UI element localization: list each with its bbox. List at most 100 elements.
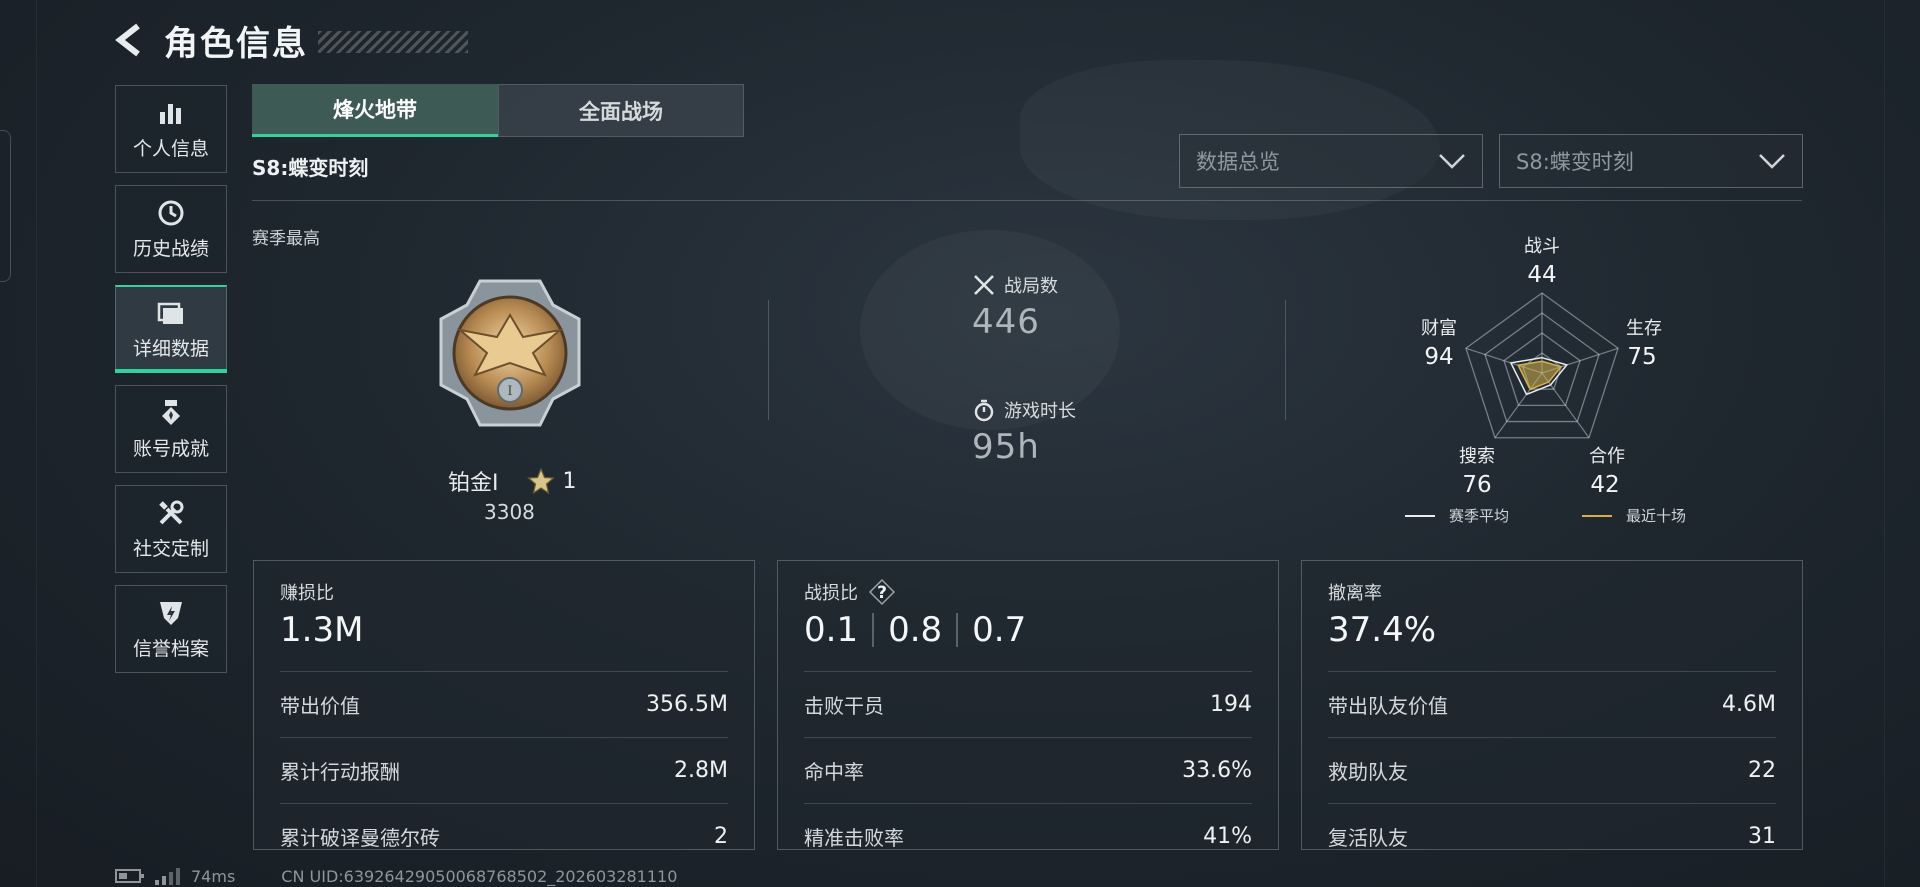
- chevron-down-icon: [1439, 154, 1465, 169]
- battery-icon: [115, 869, 144, 883]
- side-handle[interactable]: [0, 130, 11, 282]
- extract-card: 撤离率 37.4% 带出队友价值 4.6M 救助队友 22 复活队友 31: [1301, 560, 1803, 850]
- season-best-label: 赛季最高: [252, 229, 320, 249]
- sidebar-item-social[interactable]: 社交定制: [115, 485, 227, 573]
- ratio-separator: [956, 613, 959, 647]
- row-label: 救助队友: [1328, 760, 1408, 784]
- svg-text:I: I: [507, 384, 512, 399]
- ratio-value: 0.7: [972, 610, 1027, 650]
- row-label: 精准击败率: [804, 826, 904, 850]
- combat-ratios: 0.1 0.8 0.7: [804, 607, 1252, 653]
- sidebar-item-label: 详细数据: [132, 338, 209, 360]
- sidebar-item-label: 账号成就: [132, 437, 209, 460]
- card-title: 战损比: [804, 583, 858, 604]
- legend-recent-ten: 最近十场: [1582, 505, 1686, 526]
- divider: [252, 200, 1802, 201]
- table-row: 复活队友 31: [1328, 803, 1776, 869]
- table-row: 救助队友 22: [1328, 737, 1776, 803]
- sidebar-item-achievements[interactable]: 账号成就: [115, 385, 227, 473]
- signal-icon: [155, 868, 180, 885]
- tools-icon: [159, 500, 184, 524]
- matches-stat: 战局数 446: [972, 272, 1058, 342]
- row-value: 194: [1210, 692, 1252, 717]
- page-header: 角色信息: [112, 18, 468, 64]
- help-icon[interactable]: ?: [868, 578, 896, 606]
- profit-card: 赚损比 1.3M 带出价值 356.5M 累计行动报酬 2.8M 累计破译曼德尔砖 2: [253, 560, 755, 850]
- svg-text:?: ?: [877, 583, 887, 603]
- radar-axis-label: 财富: [1421, 318, 1457, 339]
- title-decoration: [318, 31, 468, 53]
- radar-axis-value: 44: [1527, 262, 1556, 288]
- row-label: 击败干员: [804, 694, 884, 718]
- chevron-down-icon: [1759, 154, 1785, 169]
- sidebar-item-personal-info[interactable]: 个人信息: [115, 85, 227, 173]
- sidebar-item-reputation[interactable]: 信誉档案: [115, 585, 227, 673]
- table-row: 累计破译曼德尔砖 2: [280, 803, 728, 869]
- row-value: 356.5M: [646, 692, 728, 717]
- crossed-swords-icon: [974, 275, 994, 295]
- legend-label: 最近十场: [1626, 507, 1687, 525]
- playtime-value: 95h: [972, 427, 1040, 467]
- sidebar-item-label: 个人信息: [132, 137, 209, 160]
- table-row: 精准击败率 41%: [804, 803, 1252, 869]
- radar-axis-value: 76: [1462, 472, 1491, 498]
- dropdown-value: S8:蝶变时刻: [1516, 150, 1634, 174]
- uid-text: CN UID:6392642905006876850​2_20260328111…: [281, 866, 678, 886]
- playtime-label: 游戏时长: [1004, 401, 1076, 422]
- radar-axis-label: 合作: [1589, 446, 1625, 467]
- row-label: 累计行动报酬: [280, 760, 400, 784]
- ratio-value: 0.1: [804, 610, 859, 650]
- divider: [768, 300, 769, 420]
- radar-axis-value: 94: [1424, 344, 1453, 370]
- frame-line: [36, 0, 37, 887]
- row-value: 2.8M: [674, 758, 728, 783]
- row-value: 22: [1748, 758, 1776, 783]
- table-row: 击败干员 194: [804, 671, 1252, 737]
- row-value: 31: [1748, 824, 1776, 849]
- view-dropdown[interactable]: 数据总览: [1179, 134, 1483, 188]
- radar-axis-label: 搜索: [1459, 446, 1495, 467]
- page-title: 角色信息: [164, 23, 308, 64]
- bar-chart-icon: [160, 103, 181, 124]
- season-title: S8:蝶变时刻: [252, 156, 369, 180]
- shield-icon: [160, 601, 182, 625]
- sidebar-item-label: 社交定制: [132, 537, 209, 560]
- frame-line: [1884, 0, 1885, 887]
- rank-stars: 1: [562, 468, 577, 494]
- season-dropdown[interactable]: S8:蝶变时刻: [1499, 134, 1803, 188]
- card-title: 赚损比: [280, 583, 334, 604]
- ratio-separator: [872, 613, 875, 647]
- sidebar-item-detailed-data[interactable]: 详细数据: [115, 285, 227, 373]
- row-label: 累计破译曼德尔砖: [280, 826, 440, 850]
- table-row: 带出价值 356.5M: [280, 671, 728, 737]
- combat-card: 战损比 ? 0.1 0.8 0.7 击败干员 194 命中率 33.6% 精准击败率…: [777, 560, 1279, 850]
- row-value: 2: [714, 824, 728, 849]
- legend-swatch: [1582, 514, 1612, 517]
- back-arrow-icon[interactable]: [112, 22, 148, 58]
- row-label: 带出价值: [280, 694, 360, 718]
- legend-swatch: [1405, 514, 1435, 517]
- sidebar-item-label: 信誉档案: [132, 637, 209, 660]
- ping-value: 74ms: [191, 866, 236, 886]
- radar-axis-value: 42: [1590, 472, 1619, 498]
- row-value: 4.6M: [1722, 692, 1776, 717]
- divider: [1285, 300, 1286, 420]
- radar-axis-label: 生存: [1626, 318, 1662, 339]
- table-row: 累计行动报酬 2.8M: [280, 737, 728, 803]
- tab-warzone[interactable]: 烽火地带: [252, 84, 498, 137]
- sidebar-item-history[interactable]: 历史战绩: [115, 185, 227, 273]
- rank-line: 铂金Ⅰ 1: [448, 465, 577, 497]
- rank-badge-icon: I: [439, 279, 581, 427]
- medal-icon: [162, 399, 180, 425]
- stopwatch-icon: [974, 399, 994, 422]
- matches-value: 446: [972, 302, 1040, 342]
- card-title: 撤离率: [1328, 583, 1382, 604]
- matches-label: 战局数: [1004, 276, 1058, 297]
- table-row: 带出队友价值 4.6M: [1328, 671, 1776, 737]
- star-icon: [526, 467, 555, 495]
- tab-full-battlefield[interactable]: 全面战场: [498, 84, 744, 137]
- card-value: 37.4%: [1328, 610, 1437, 650]
- folder-icon: [157, 302, 183, 324]
- table-row: 命中率 33.6%: [804, 737, 1252, 803]
- radar-axis-label: 战斗: [1524, 236, 1560, 257]
